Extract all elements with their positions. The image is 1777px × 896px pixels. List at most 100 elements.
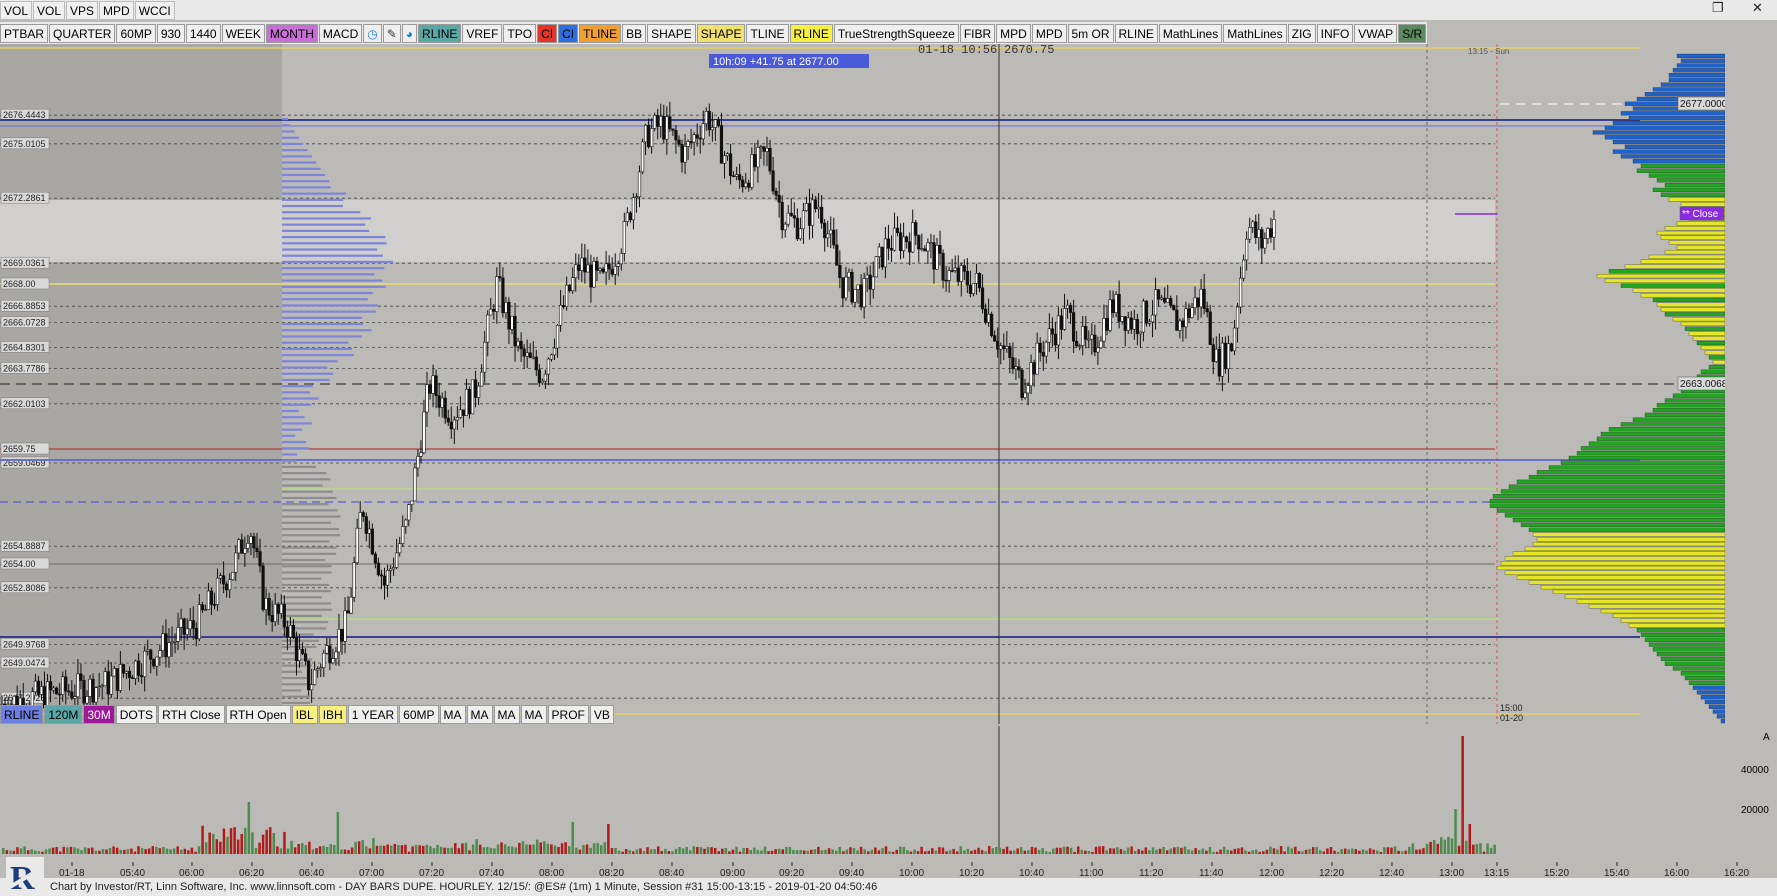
toolbar-vwap-button[interactable]: VWAP	[1354, 23, 1398, 43]
toolbar-mathlines-button[interactable]: MathLines	[1158, 23, 1223, 43]
bottom-dots-button[interactable]: DOTS	[115, 704, 158, 724]
bottom-1-year-button[interactable]: 1 YEAR	[347, 704, 399, 724]
bottom-prof-button[interactable]: PROF	[547, 704, 589, 724]
price-chart[interactable]: 2676.4443 2675.0105 2672.2861 2669.0361 2668…	[0, 44, 1725, 724]
volume-bar	[30, 849, 33, 854]
volume-bar	[859, 846, 863, 854]
menu-vps-2[interactable]: VPS	[66, 0, 99, 20]
bottom-ma-button[interactable]: MA	[493, 704, 520, 724]
restore-icon[interactable]: ❐	[1712, 0, 1724, 16]
toolbar-quarter-button[interactable]: QUARTER	[49, 23, 116, 43]
volume-bar	[1062, 846, 1066, 854]
volume-bar	[1222, 846, 1226, 854]
toolbar-5m-or-button[interactable]: 5m OR	[1067, 23, 1114, 43]
volume-bar	[454, 843, 457, 854]
toolbar-tline-button[interactable]: TLINE	[746, 23, 789, 43]
volume-bar	[172, 848, 176, 854]
profile-bar	[282, 124, 291, 127]
volume-bar	[600, 845, 603, 854]
bottom-120m-button[interactable]: 120M	[44, 704, 83, 724]
close-icon[interactable]: ✕	[1752, 0, 1763, 16]
bottom-ibh-button[interactable]: IBH	[318, 704, 347, 724]
toolbar-macd-button[interactable]: MACD	[318, 23, 363, 43]
top-menu: VOL VOL VPS MPD WCCI	[0, 0, 1777, 20]
toolbar-week-button[interactable]: WEEK	[221, 23, 265, 43]
volume-bar	[1173, 847, 1176, 854]
bottom-ibl-button[interactable]: IBL	[291, 704, 318, 724]
toolbar-1440-button[interactable]: 1440	[185, 23, 221, 43]
toolbar-tline-button[interactable]: TLINE	[579, 23, 622, 43]
volume-bar	[1375, 850, 1379, 854]
toolbar-info-button[interactable]: INFO	[1316, 23, 1354, 43]
bottom-60mp-button[interactable]: 60MP	[399, 704, 439, 724]
volume-bar	[511, 846, 514, 854]
toolbar-shape-button[interactable]: SHAPE	[696, 23, 746, 43]
volume-bar	[1009, 850, 1012, 854]
toolbar-bb-button[interactable]: BB	[622, 23, 647, 43]
volume-bar	[820, 850, 824, 854]
toolbar-930-button[interactable]: 930	[156, 23, 185, 43]
volume-bar	[1486, 843, 1489, 854]
toolbar-zig-button[interactable]: ZIG	[1287, 23, 1316, 43]
volume-bar	[350, 847, 354, 854]
bottom-rline-button[interactable]: RLINE	[0, 704, 44, 724]
toolbar-fibr-button[interactable]: FIBR	[959, 23, 996, 43]
menu-wcci-4[interactable]: WCCI	[134, 0, 175, 20]
volume-bar	[283, 831, 286, 854]
toolbar-ptbar-button[interactable]: PTBAR	[0, 23, 49, 43]
bottom-rth-open-button[interactable]: RTH Open	[225, 704, 291, 724]
volume-bar	[813, 849, 817, 854]
volume-bar	[1133, 850, 1137, 854]
volume-bar	[201, 825, 204, 854]
toolbar-month-button[interactable]: MONTH	[265, 23, 318, 43]
toolbar-ci-button[interactable]: CI	[537, 23, 558, 43]
profile-bar	[282, 527, 340, 531]
bottom-vb-button[interactable]: VB	[589, 704, 614, 724]
volume-bar	[1002, 848, 1005, 854]
volume-bar	[308, 841, 311, 854]
volume-bar	[1415, 849, 1418, 854]
bottom-ma-button[interactable]: MA	[520, 704, 547, 724]
bottom-30m-button[interactable]: 30M	[83, 704, 115, 724]
menu-vol-1[interactable]: VOL	[33, 0, 66, 20]
volume-bar	[1208, 846, 1212, 854]
toolbar-shape-button[interactable]: SHAPE	[647, 23, 696, 43]
volume-bar	[1411, 843, 1415, 854]
volume-bar	[1030, 846, 1034, 854]
toolbar-mpd-button[interactable]: MPD	[1031, 23, 1067, 43]
menu-vol-0[interactable]: VOL	[0, 0, 33, 20]
toolbar-rline-button[interactable]: RLINE	[1114, 23, 1158, 43]
palette-icon[interactable]: ◕	[401, 23, 418, 43]
toolbar-s-r-button[interactable]: S/R	[1398, 23, 1427, 43]
volume-bar	[1212, 851, 1215, 854]
volume-bar	[101, 848, 105, 854]
pencil-icon[interactable]: ✎	[382, 23, 401, 43]
volume-bar	[315, 848, 318, 854]
bottom-ma-button[interactable]: MA	[466, 704, 493, 724]
volume-bar	[1016, 848, 1019, 854]
volume-bar	[1226, 849, 1229, 854]
toolbar-vref-button[interactable]: VREF	[462, 23, 503, 43]
level-label: 2669.0361	[0, 256, 50, 269]
clock-icon[interactable]: ◷	[363, 23, 382, 43]
profile-bar	[282, 565, 332, 568]
toolbar-ci-button[interactable]: CI	[558, 23, 579, 43]
level-label: 2666.8853	[0, 299, 50, 312]
bottom-ma-button[interactable]: MA	[439, 704, 466, 724]
volume-bar	[1215, 851, 1219, 854]
volume-bar	[528, 844, 532, 854]
toolbar-mpd-button[interactable]: MPD	[996, 23, 1031, 43]
toolbar-mathlines-button[interactable]: MathLines	[1223, 23, 1287, 43]
svg-text:2662.0103: 2662.0103	[3, 399, 46, 409]
volume-bar	[1194, 848, 1197, 854]
menu-mpd-3[interactable]: MPD	[99, 0, 134, 20]
toolbar-rline-button[interactable]: RLINE	[789, 23, 833, 43]
toolbar-60mp-button[interactable]: 60MP	[116, 23, 156, 43]
bottom-rth-close-button[interactable]: RTH Close	[158, 704, 225, 724]
toolbar-tpo-button[interactable]: TPO	[503, 23, 537, 43]
volume-bar	[635, 849, 639, 854]
toolbar-truestrengthsqueeze-button[interactable]: TrueStrengthSqueeze	[833, 23, 959, 43]
volume-bar	[973, 849, 977, 854]
toolbar-rline-button[interactable]: RLINE	[418, 23, 462, 43]
volume-bar	[998, 847, 1002, 854]
